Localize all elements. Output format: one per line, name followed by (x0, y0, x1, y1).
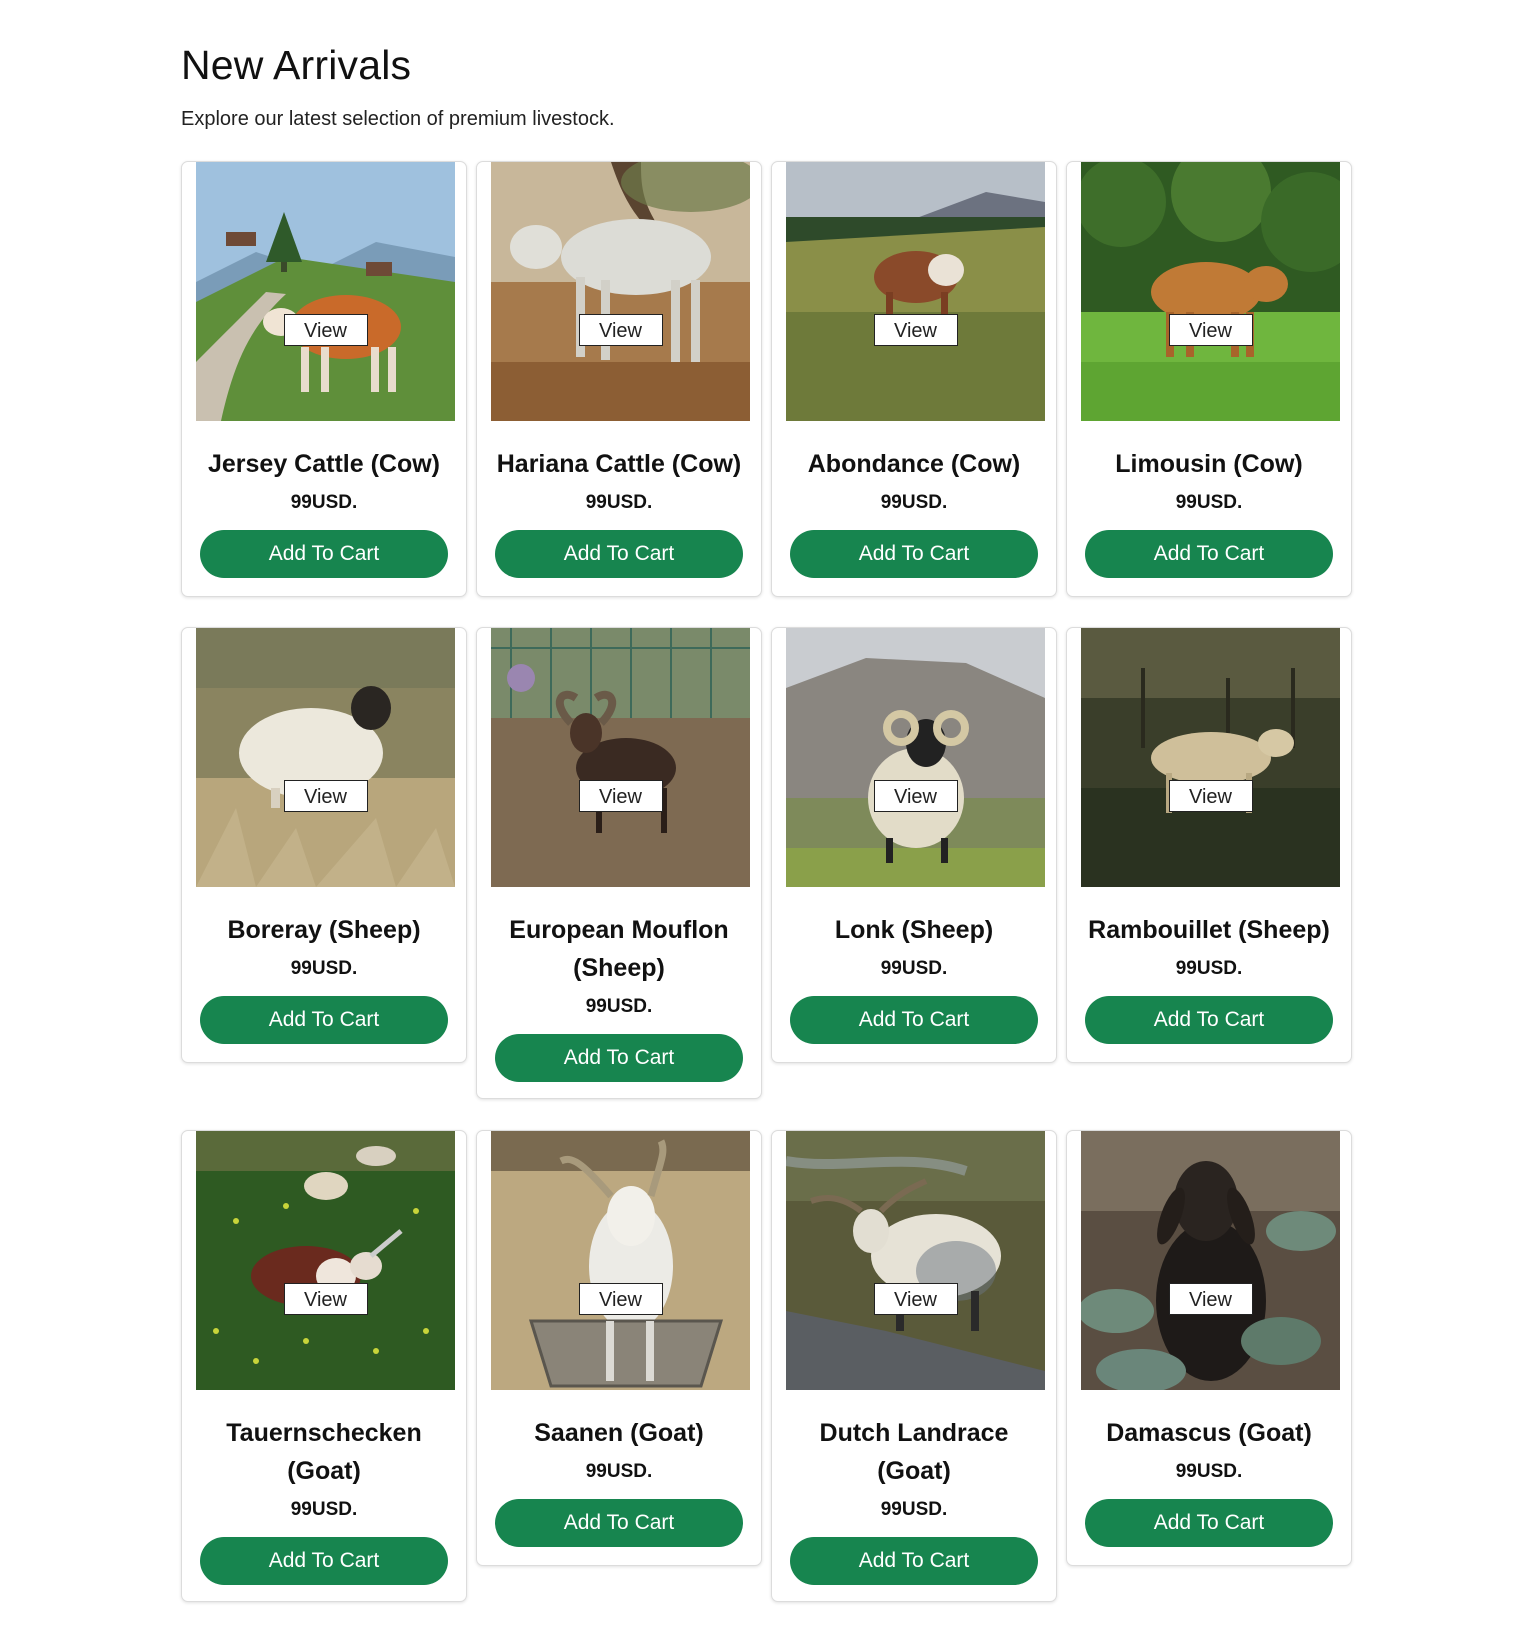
product-card: View Saanen (Goat) 99USD. Add To Cart (476, 1130, 762, 1566)
page-subtitle: Explore our latest selection of premium … (181, 108, 615, 130)
product-image (491, 1131, 750, 1390)
add-to-cart-button[interactable]: Add To Cart (1085, 1499, 1333, 1547)
product-card: View Limousin (Cow) 99USD. Add To Cart (1066, 161, 1352, 597)
product-name: Hariana Cattle (Cow) (496, 450, 742, 478)
product-price: 99USD. (880, 1499, 948, 1520)
view-button[interactable]: View (1168, 780, 1253, 812)
product-info: Saanen (Goat) 99USD. Add To Cart (477, 1414, 761, 1547)
product-price: 99USD. (290, 492, 358, 513)
product-name: Jersey Cattle (Cow) (207, 450, 441, 478)
view-button[interactable]: View (873, 314, 958, 346)
product-price: 99USD. (1175, 1461, 1243, 1482)
add-to-cart-button[interactable]: Add To Cart (495, 1034, 743, 1082)
view-button[interactable]: View (283, 1283, 368, 1315)
product-image (786, 628, 1045, 887)
product-image (786, 1131, 1045, 1390)
add-to-cart-button[interactable]: Add To Cart (200, 996, 448, 1044)
jersey-cow-photo[interactable]: View (196, 162, 455, 421)
product-card: View Jersey Cattle (Cow) 99USD. Add To C… (181, 161, 467, 597)
damascus-goat-photo[interactable]: View (1081, 1131, 1340, 1390)
product-name: Abondance (Cow) (807, 450, 1021, 478)
product-name: Tauernschecken (Goat) (226, 1419, 422, 1485)
dutch-landrace-goat-photo[interactable]: View (786, 1131, 1045, 1390)
product-card: View Rambouillet (Sheep) 99USD. Add To C… (1066, 627, 1352, 1063)
add-to-cart-button[interactable]: Add To Cart (495, 1499, 743, 1547)
add-to-cart-button[interactable]: Add To Cart (790, 1537, 1038, 1585)
product-price: 99USD. (290, 958, 358, 979)
view-button[interactable]: View (578, 314, 663, 346)
product-info: Lonk (Sheep) 99USD. Add To Cart (772, 911, 1056, 1044)
product-image (1081, 1131, 1340, 1390)
product-price: 99USD. (880, 492, 948, 513)
product-image (1081, 162, 1340, 421)
product-info: Hariana Cattle (Cow) 99USD. Add To Cart (477, 445, 761, 578)
product-card: View Dutch Landrace (Goat) 99USD. Add To… (771, 1130, 1057, 1602)
product-price: 99USD. (585, 492, 653, 513)
product-price: 99USD. (1175, 492, 1243, 513)
product-name: Boreray (Sheep) (227, 916, 421, 944)
product-card: View Lonk (Sheep) 99USD. Add To Cart (771, 627, 1057, 1063)
new-arrivals-page: New Arrivals Explore our latest selectio… (0, 0, 1538, 1641)
product-card: View Tauernschecken (Goat) 99USD. Add To… (181, 1130, 467, 1602)
product-card: View Hariana Cattle (Cow) 99USD. Add To … (476, 161, 762, 597)
product-info: Abondance (Cow) 99USD. Add To Cart (772, 445, 1056, 578)
add-to-cart-button[interactable]: Add To Cart (495, 530, 743, 578)
view-button[interactable]: View (283, 314, 368, 346)
product-info: Dutch Landrace (Goat) 99USD. Add To Cart (772, 1414, 1056, 1585)
product-name: Saanen (Goat) (534, 1419, 704, 1447)
boreray-sheep-photo[interactable]: View (196, 628, 455, 887)
product-info: Jersey Cattle (Cow) 99USD. Add To Cart (182, 445, 466, 578)
product-price: 99USD. (290, 1499, 358, 1520)
add-to-cart-button[interactable]: Add To Cart (200, 1537, 448, 1585)
product-info: Boreray (Sheep) 99USD. Add To Cart (182, 911, 466, 1044)
mouflon-sheep-photo[interactable]: View (491, 628, 750, 887)
hariana-cow-photo[interactable]: View (491, 162, 750, 421)
product-name: Limousin (Cow) (1115, 450, 1303, 478)
add-to-cart-button[interactable]: Add To Cart (790, 996, 1038, 1044)
product-name: Lonk (Sheep) (834, 916, 994, 944)
product-card: View Boreray (Sheep) 99USD. Add To Cart (181, 627, 467, 1063)
rambouillet-sheep-photo[interactable]: View (1081, 628, 1340, 887)
product-card: View European Mouflon (Sheep) 99USD. Add… (476, 627, 762, 1099)
saanen-goat-photo[interactable]: View (491, 1131, 750, 1390)
abondance-cow-photo[interactable]: View (786, 162, 1045, 421)
product-image (491, 628, 750, 887)
product-image (786, 162, 1045, 421)
add-to-cart-button[interactable]: Add To Cart (1085, 996, 1333, 1044)
tauernschecken-goat-photo[interactable]: View (196, 1131, 455, 1390)
add-to-cart-button[interactable]: Add To Cart (200, 530, 448, 578)
product-image (491, 162, 750, 421)
view-button[interactable]: View (873, 780, 958, 812)
product-name: Dutch Landrace (Goat) (819, 1419, 1009, 1485)
view-button[interactable]: View (1168, 314, 1253, 346)
product-card: View Damascus (Goat) 99USD. Add To Cart (1066, 1130, 1352, 1566)
view-button[interactable]: View (1168, 1283, 1253, 1315)
product-image (1081, 628, 1340, 887)
product-info: Rambouillet (Sheep) 99USD. Add To Cart (1067, 911, 1351, 1044)
product-image (196, 1131, 455, 1390)
page-title: New Arrivals (181, 42, 412, 88)
view-button[interactable]: View (578, 1283, 663, 1315)
limousin-cow-photo[interactable]: View (1081, 162, 1340, 421)
product-card: View Abondance (Cow) 99USD. Add To Cart (771, 161, 1057, 597)
add-to-cart-button[interactable]: Add To Cart (1085, 530, 1333, 578)
product-price: 99USD. (585, 996, 653, 1017)
product-price: 99USD. (585, 1461, 653, 1482)
add-to-cart-button[interactable]: Add To Cart (790, 530, 1038, 578)
view-button[interactable]: View (578, 780, 663, 812)
lonk-sheep-photo[interactable]: View (786, 628, 1045, 887)
view-button[interactable]: View (283, 780, 368, 812)
product-price: 99USD. (1175, 958, 1243, 979)
product-image (196, 628, 455, 887)
product-name: Rambouillet (Sheep) (1088, 916, 1330, 944)
product-info: Limousin (Cow) 99USD. Add To Cart (1067, 445, 1351, 578)
product-image (196, 162, 455, 421)
product-price: 99USD. (880, 958, 948, 979)
product-name: European Mouflon (Sheep) (509, 916, 729, 982)
product-info: Damascus (Goat) 99USD. Add To Cart (1067, 1414, 1351, 1547)
product-info: European Mouflon (Sheep) 99USD. Add To C… (477, 911, 761, 1082)
product-name: Damascus (Goat) (1106, 1419, 1312, 1447)
view-button[interactable]: View (873, 1283, 958, 1315)
product-info: Tauernschecken (Goat) 99USD. Add To Cart (182, 1414, 466, 1585)
